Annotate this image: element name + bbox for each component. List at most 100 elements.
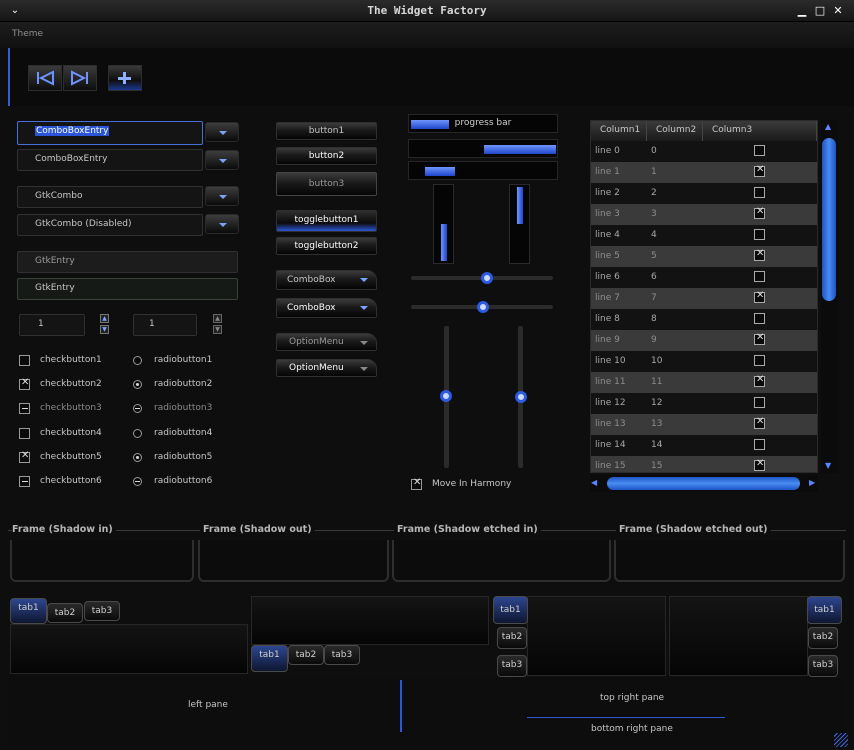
combobox-2[interactable]: ComboBox bbox=[276, 298, 377, 318]
minimize-icon[interactable]: ▁ bbox=[794, 4, 810, 18]
radiobutton3-circle[interactable] bbox=[133, 404, 142, 413]
tree-row[interactable]: line 14 14 bbox=[591, 435, 817, 456]
combobox-entry-1[interactable]: ComboBoxEntry bbox=[17, 121, 203, 145]
tree-cell-checkbox[interactable] bbox=[754, 164, 765, 177]
pane-separator-horizontal[interactable] bbox=[527, 717, 725, 718]
menu-theme[interactable]: Theme bbox=[12, 29, 43, 39]
notebook-left-tab3[interactable]: tab3 bbox=[497, 655, 527, 677]
tree-row[interactable]: line 0 0 bbox=[591, 141, 817, 162]
spin-button-2[interactable]: 1 bbox=[133, 314, 197, 336]
gtkcombo-dropdown-button[interactable] bbox=[205, 186, 239, 206]
notebook-left-tab2[interactable]: tab2 bbox=[497, 627, 527, 649]
tree-row[interactable]: line 1 1 bbox=[591, 162, 817, 183]
tree-horizontal-scroll-thumb[interactable] bbox=[607, 477, 800, 490]
tree-cell-checkbox[interactable] bbox=[754, 290, 765, 303]
checkbutton4-box[interactable] bbox=[19, 428, 30, 439]
notebook-bottom-tab3[interactable]: tab3 bbox=[324, 645, 360, 665]
notebook-bottom-tab2[interactable]: tab2 bbox=[288, 645, 324, 665]
gtkcombo-entry[interactable]: GtkCombo bbox=[17, 186, 203, 208]
notebook-top-tab2[interactable]: tab2 bbox=[47, 603, 83, 623]
combobox-1[interactable]: ComboBox bbox=[276, 270, 377, 290]
spin-1-down-icon[interactable]: ▼ bbox=[100, 325, 109, 334]
spin-2-down-icon[interactable]: ▼ bbox=[213, 325, 222, 334]
hscale-1-slider-handle[interactable] bbox=[481, 272, 493, 284]
tree-vertical-scroll-thumb[interactable] bbox=[822, 138, 836, 301]
tree-cell-checkbox[interactable] bbox=[754, 271, 765, 282]
tree-cell-checkbox[interactable] bbox=[754, 416, 765, 429]
tree-view[interactable]: Column1 Column2 Column3 line 0 0 line 1 1 li… bbox=[590, 120, 818, 473]
vscale-2-slider-handle[interactable] bbox=[515, 391, 527, 403]
combobox-entry-2-dropdown-button[interactable] bbox=[205, 150, 239, 170]
notebook-top-tab3[interactable]: tab3 bbox=[84, 601, 120, 621]
notebook-top-tab1[interactable]: tab1 bbox=[10, 598, 47, 624]
maximize-icon[interactable]: □ bbox=[812, 4, 828, 18]
button3[interactable]: button3 bbox=[276, 172, 377, 196]
tree-row[interactable]: line 8 8 bbox=[591, 309, 817, 330]
tree-row[interactable]: line 4 4 bbox=[591, 225, 817, 246]
togglebutton2[interactable]: togglebutton2 bbox=[276, 237, 377, 255]
tree-cell-checkbox[interactable] bbox=[754, 145, 765, 156]
scroll-left-icon[interactable]: ◀ bbox=[591, 478, 597, 487]
scroll-up-icon[interactable]: ▲ bbox=[825, 122, 831, 131]
radiobutton5-circle[interactable] bbox=[133, 453, 142, 462]
notebook-right-tab2[interactable]: tab2 bbox=[808, 627, 838, 649]
tree-row[interactable]: line 3 3 bbox=[591, 204, 817, 225]
radiobutton6-circle[interactable] bbox=[133, 477, 142, 486]
optionmenu-1[interactable]: OptionMenu bbox=[276, 333, 377, 351]
radiobutton4-circle[interactable] bbox=[133, 429, 142, 438]
optionmenu-2[interactable]: OptionMenu bbox=[276, 359, 377, 377]
tree-cell-checkbox[interactable] bbox=[754, 397, 765, 408]
tree-cell-checkbox[interactable] bbox=[754, 355, 765, 366]
tree-row[interactable]: line 10 10 bbox=[591, 351, 817, 372]
tree-row[interactable]: line 6 6 bbox=[591, 267, 817, 288]
gtkentry-2[interactable]: GtkEntry bbox=[17, 278, 238, 300]
scroll-down-icon[interactable]: ▼ bbox=[825, 461, 831, 470]
checkbutton6-box[interactable] bbox=[19, 476, 30, 487]
button1[interactable]: button1 bbox=[276, 122, 377, 140]
pane-separator-vertical[interactable] bbox=[400, 680, 402, 732]
gtkentry-1[interactable]: GtkEntry bbox=[17, 251, 238, 273]
scroll-right-icon[interactable]: ▶ bbox=[809, 478, 815, 487]
tree-row[interactable]: line 7 7 bbox=[591, 288, 817, 309]
column-header-2[interactable]: Column2 bbox=[647, 121, 703, 141]
checkbutton3-box[interactable] bbox=[19, 403, 30, 414]
vscale-1-slider-handle[interactable] bbox=[440, 390, 452, 402]
resize-grip-icon[interactable] bbox=[834, 733, 848, 747]
radiobutton2-circle[interactable] bbox=[133, 380, 142, 389]
tree-cell-checkbox[interactable] bbox=[754, 187, 765, 198]
tree-cell-checkbox[interactable] bbox=[754, 313, 765, 324]
tree-row[interactable]: line 13 13 bbox=[591, 414, 817, 435]
spin-2-up-icon[interactable]: ▲ bbox=[213, 314, 222, 323]
tree-row[interactable]: line 12 12 bbox=[591, 393, 817, 414]
tree-row[interactable]: line 2 2 bbox=[591, 183, 817, 204]
notebook-left-tab1[interactable]: tab1 bbox=[493, 596, 528, 624]
checkbutton2-box[interactable] bbox=[19, 377, 30, 390]
move-in-harmony-checkbox[interactable] bbox=[411, 477, 422, 490]
tree-cell-checkbox[interactable] bbox=[754, 206, 765, 219]
notebook-right-tab1[interactable]: tab1 bbox=[807, 596, 842, 624]
tree-vertical-scrollbar[interactable]: ▲ ▼ bbox=[821, 120, 838, 473]
spin-button-1[interactable]: 1 bbox=[19, 314, 85, 336]
combobox-entry-2[interactable]: ComboBoxEntry bbox=[17, 149, 203, 171]
tree-cell-checkbox[interactable] bbox=[754, 439, 765, 450]
tree-cell-checkbox[interactable] bbox=[754, 458, 765, 471]
radiobutton1-circle[interactable] bbox=[133, 356, 142, 365]
button2[interactable]: button2 bbox=[276, 147, 377, 165]
tree-row[interactable]: line 15 15 bbox=[591, 456, 817, 472]
hscale-2-slider-handle[interactable] bbox=[477, 301, 489, 313]
checkbutton1-box[interactable] bbox=[19, 355, 30, 366]
checkbutton5-box[interactable] bbox=[19, 450, 30, 463]
notebook-right-tab3[interactable]: tab3 bbox=[808, 655, 838, 677]
tree-cell-checkbox[interactable] bbox=[754, 332, 765, 345]
add-button[interactable] bbox=[108, 65, 142, 91]
combobox-entry-1-dropdown-button[interactable] bbox=[205, 122, 239, 142]
tree-horizontal-scrollbar[interactable]: ◀ ▶ bbox=[590, 475, 818, 492]
tree-cell-checkbox[interactable] bbox=[754, 229, 765, 240]
close-icon[interactable]: ✕ bbox=[830, 4, 846, 18]
go-first-button[interactable] bbox=[28, 65, 62, 91]
spin-1-up-icon[interactable]: ▲ bbox=[100, 314, 109, 323]
tree-row[interactable]: line 9 9 bbox=[591, 330, 817, 351]
tree-row[interactable]: line 11 11 bbox=[591, 372, 817, 393]
togglebutton1[interactable]: togglebutton1 bbox=[276, 210, 377, 232]
notebook-bottom-tab1[interactable]: tab1 bbox=[251, 645, 288, 672]
